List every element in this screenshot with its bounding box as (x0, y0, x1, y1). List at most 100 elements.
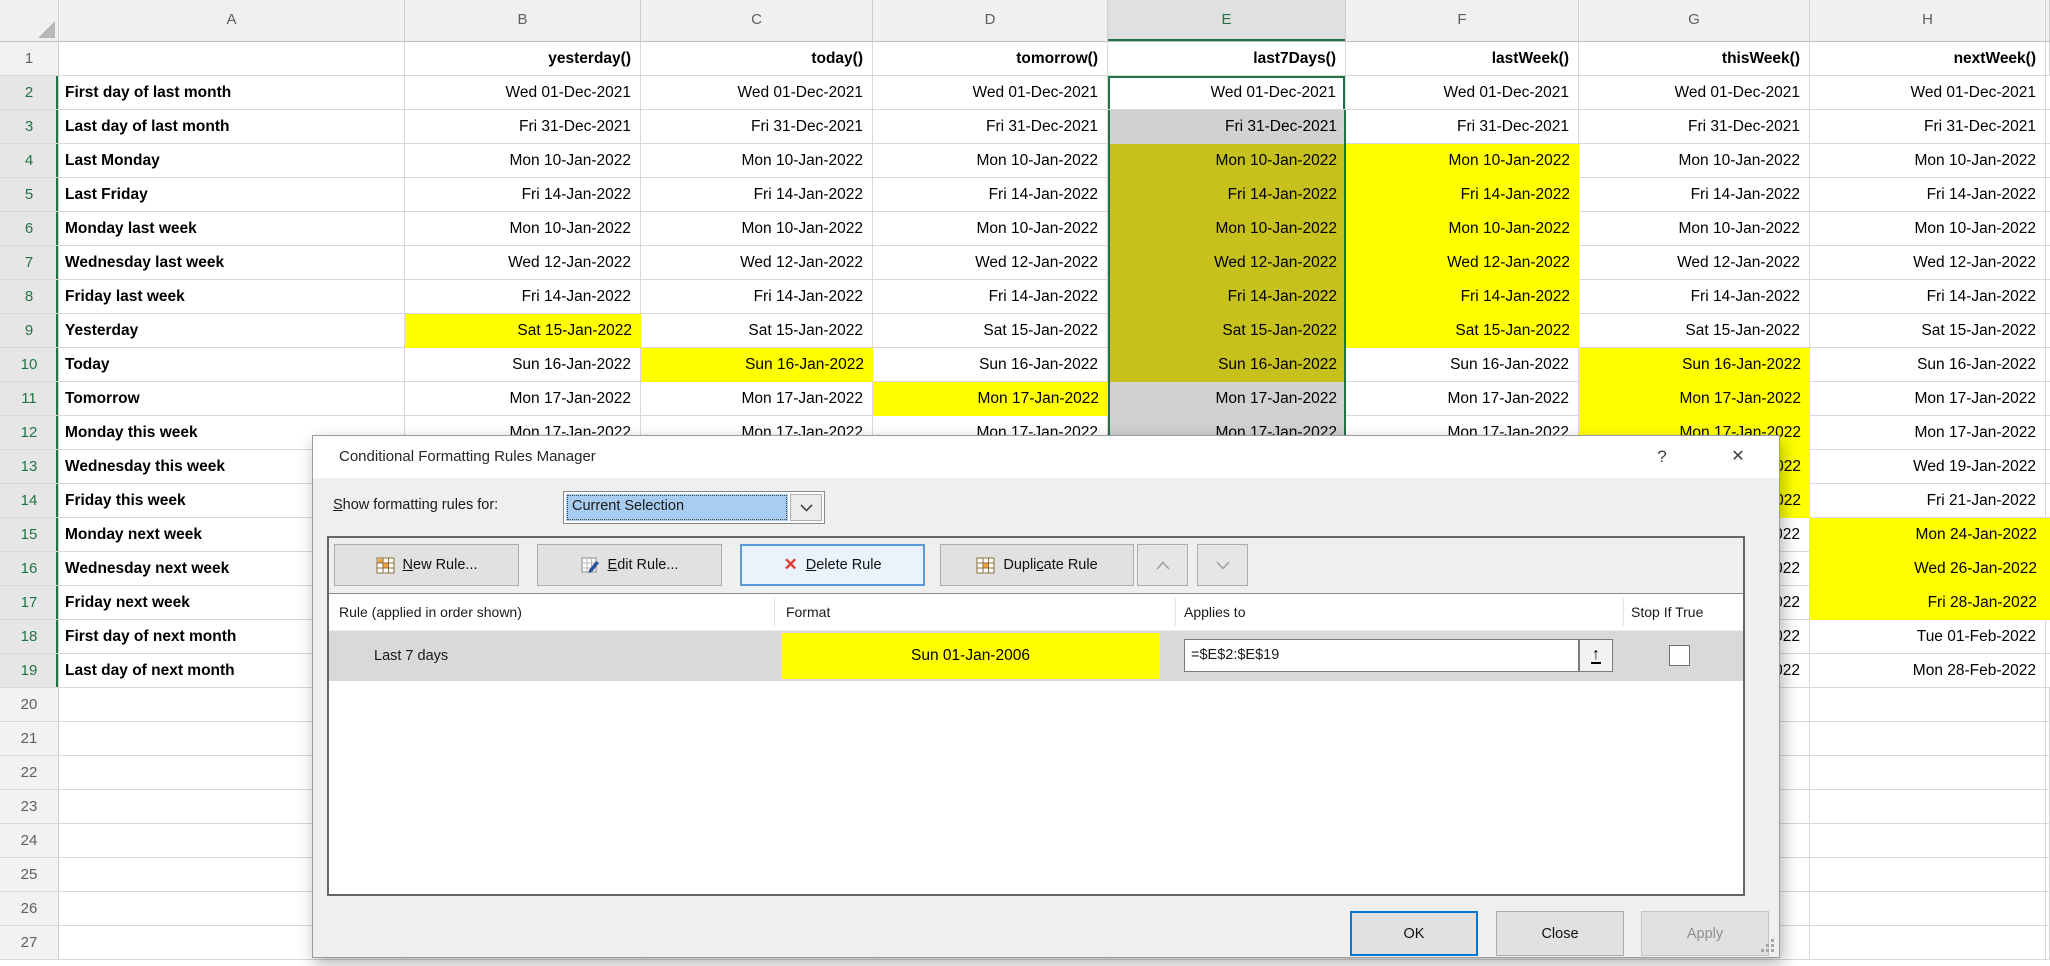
row-header-26[interactable]: 26 (0, 892, 59, 926)
row-header-6[interactable]: 6 (0, 212, 59, 246)
cell-H15[interactable]: Mon 24-Jan-2022 (1810, 518, 2046, 552)
cell-H11[interactable]: Mon 17-Jan-2022 (1810, 382, 2046, 416)
cell-F1[interactable]: lastWeek() (1346, 42, 1579, 76)
cell-I2[interactable] (2046, 76, 2050, 110)
row-header-10[interactable]: 10 (0, 348, 59, 382)
cell-G2[interactable]: Wed 01-Dec-2021 (1579, 76, 1810, 110)
cell-E2[interactable]: Wed 01-Dec-2021 (1108, 76, 1346, 110)
cell-G3[interactable]: Fri 31-Dec-2021 (1579, 110, 1810, 144)
row-header-8[interactable]: 8 (0, 280, 59, 314)
row-header-25[interactable]: 25 (0, 858, 59, 892)
cell-C4[interactable]: Mon 10-Jan-2022 (641, 144, 873, 178)
move-rule-up-button[interactable] (1137, 544, 1188, 586)
row-header-19[interactable]: 19 (0, 654, 59, 688)
cell-H7[interactable]: Wed 12-Jan-2022 (1810, 246, 2046, 280)
cell-C9[interactable]: Sat 15-Jan-2022 (641, 314, 873, 348)
row-header-16[interactable]: 16 (0, 552, 59, 586)
cell-I8[interactable] (2046, 280, 2050, 314)
cell-H14[interactable]: Fri 21-Jan-2022 (1810, 484, 2046, 518)
cell-I16[interactable] (2046, 552, 2050, 586)
cell-H3[interactable]: Fri 31-Dec-2021 (1810, 110, 2046, 144)
show-rules-selected-value[interactable]: Current Selection (566, 494, 788, 521)
cell-I22[interactable] (2046, 756, 2050, 790)
cell-I17[interactable] (2046, 586, 2050, 620)
column-header-sliver[interactable] (2046, 0, 2050, 42)
ok-button[interactable]: OK (1350, 911, 1478, 956)
cell-E1[interactable]: last7Days() (1108, 42, 1346, 76)
cell-G6[interactable]: Mon 10-Jan-2022 (1579, 212, 1810, 246)
cell-I4[interactable] (2046, 144, 2050, 178)
cell-I6[interactable] (2046, 212, 2050, 246)
column-header-H[interactable]: H (1810, 0, 2046, 42)
help-icon[interactable]: ? (1640, 441, 1684, 473)
cell-I25[interactable] (2046, 858, 2050, 892)
cell-C6[interactable]: Mon 10-Jan-2022 (641, 212, 873, 246)
cell-E11[interactable]: Mon 17-Jan-2022 (1108, 382, 1346, 416)
delete-rule-button[interactable]: ✕ Delete Rule (740, 544, 925, 586)
cell-D7[interactable]: Wed 12-Jan-2022 (873, 246, 1108, 280)
row-header-9[interactable]: 9 (0, 314, 59, 348)
cell-B6[interactable]: Mon 10-Jan-2022 (405, 212, 641, 246)
cell-D9[interactable]: Sat 15-Jan-2022 (873, 314, 1108, 348)
column-header-G[interactable]: G (1579, 0, 1810, 42)
select-all-corner[interactable] (0, 0, 59, 42)
cell-F5[interactable]: Fri 14-Jan-2022 (1346, 178, 1579, 212)
cell-D1[interactable]: tomorrow() (873, 42, 1108, 76)
cell-A5[interactable]: Last Friday (59, 178, 405, 212)
cell-I12[interactable] (2046, 416, 2050, 450)
row-header-4[interactable]: 4 (0, 144, 59, 178)
row-header-23[interactable]: 23 (0, 790, 59, 824)
cell-H17[interactable]: Fri 28-Jan-2022 (1810, 586, 2046, 620)
cell-H6[interactable]: Mon 10-Jan-2022 (1810, 212, 2046, 246)
cell-G5[interactable]: Fri 14-Jan-2022 (1579, 178, 1810, 212)
cell-D2[interactable]: Wed 01-Dec-2021 (873, 76, 1108, 110)
new-rule-button[interactable]: New Rule... (334, 544, 519, 586)
show-rules-combobox[interactable]: Current Selection (563, 491, 825, 524)
cell-A1[interactable] (59, 42, 405, 76)
cell-I20[interactable] (2046, 688, 2050, 722)
cell-I23[interactable] (2046, 790, 2050, 824)
column-header-E[interactable]: E (1108, 0, 1346, 42)
cell-C10[interactable]: Sun 16-Jan-2022 (641, 348, 873, 382)
cell-H12[interactable]: Mon 17-Jan-2022 (1810, 416, 2046, 450)
cell-E8[interactable]: Fri 14-Jan-2022 (1108, 280, 1346, 314)
cell-F2[interactable]: Wed 01-Dec-2021 (1346, 76, 1579, 110)
row-header-18[interactable]: 18 (0, 620, 59, 654)
edit-rule-button[interactable]: Edit Rule... (537, 544, 722, 586)
cell-A9[interactable]: Yesterday (59, 314, 405, 348)
row-header-12[interactable]: 12 (0, 416, 59, 450)
cell-C3[interactable]: Fri 31-Dec-2021 (641, 110, 873, 144)
cell-D4[interactable]: Mon 10-Jan-2022 (873, 144, 1108, 178)
cell-I18[interactable] (2046, 620, 2050, 654)
cell-H2[interactable]: Wed 01-Dec-2021 (1810, 76, 2046, 110)
cell-G8[interactable]: Fri 14-Jan-2022 (1579, 280, 1810, 314)
cell-B2[interactable]: Wed 01-Dec-2021 (405, 76, 641, 110)
cell-A10[interactable]: Today (59, 348, 405, 382)
row-header-5[interactable]: 5 (0, 178, 59, 212)
cell-A3[interactable]: Last day of last month (59, 110, 405, 144)
cell-H13[interactable]: Wed 19-Jan-2022 (1810, 450, 2046, 484)
cell-H9[interactable]: Sat 15-Jan-2022 (1810, 314, 2046, 348)
duplicate-rule-button[interactable]: Duplicate Rule (940, 544, 1134, 586)
cell-I14[interactable] (2046, 484, 2050, 518)
rule-row-last-7-days[interactable]: Last 7 days Sun 01-Jan-2006 =$E$2:$E$19 … (329, 631, 1743, 681)
cell-F7[interactable]: Wed 12-Jan-2022 (1346, 246, 1579, 280)
cell-D8[interactable]: Fri 14-Jan-2022 (873, 280, 1108, 314)
cell-E9[interactable]: Sat 15-Jan-2022 (1108, 314, 1346, 348)
stop-if-true-checkbox[interactable] (1669, 645, 1690, 666)
cell-E4[interactable]: Mon 10-Jan-2022 (1108, 144, 1346, 178)
collapse-dialog-button[interactable]: ↑ (1579, 639, 1613, 672)
cell-I7[interactable] (2046, 246, 2050, 280)
cell-A6[interactable]: Monday last week (59, 212, 405, 246)
cell-F9[interactable]: Sat 15-Jan-2022 (1346, 314, 1579, 348)
cell-H16[interactable]: Wed 26-Jan-2022 (1810, 552, 2046, 586)
cell-I13[interactable] (2046, 450, 2050, 484)
cell-H8[interactable]: Fri 14-Jan-2022 (1810, 280, 2046, 314)
cell-F8[interactable]: Fri 14-Jan-2022 (1346, 280, 1579, 314)
cell-I5[interactable] (2046, 178, 2050, 212)
close-button[interactable]: Close (1496, 911, 1624, 956)
cell-I27[interactable] (2046, 926, 2050, 960)
cell-B10[interactable]: Sun 16-Jan-2022 (405, 348, 641, 382)
cell-F11[interactable]: Mon 17-Jan-2022 (1346, 382, 1579, 416)
column-header-B[interactable]: B (405, 0, 641, 42)
